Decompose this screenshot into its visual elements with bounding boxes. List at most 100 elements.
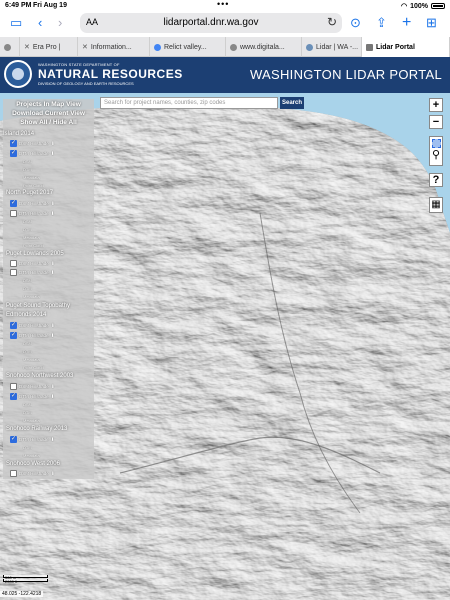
- layer-checkbox[interactable]: [10, 199, 17, 207]
- select-area-icon[interactable]: [431, 139, 441, 148]
- layer-row[interactable]: DSM Hillshade⬇: [10, 199, 55, 207]
- share-icon[interactable]: ⇪: [376, 14, 387, 32]
- download-icon[interactable]: ⬇: [51, 394, 55, 400]
- sublayer-link[interactable]: DTM: [23, 349, 32, 354]
- project-north-puget-2017[interactable]: North Puget 2017: [6, 190, 53, 196]
- project-island-2014[interactable]: Island 2014: [3, 131, 34, 137]
- tab-4[interactable]: www.digitala...: [226, 37, 302, 57]
- search-button[interactable]: Search: [280, 97, 304, 109]
- zoom-out-button[interactable]: −: [429, 115, 443, 129]
- download-icon[interactable]: ⬇: [51, 270, 55, 276]
- tab-2[interactable]: ✕ Information...: [78, 37, 150, 57]
- project-puget-sound-topobathy[interactable]: Puget Sound Topobathy: [6, 303, 70, 309]
- url-text[interactable]: lidarportal.dnr.wa.gov: [80, 17, 342, 28]
- sublayer-link[interactable]: Point Cloud: [23, 183, 44, 188]
- sublayer-link[interactable]: DTM: [23, 167, 32, 172]
- project-snohoco-west-2006[interactable]: Snohoco West 2006: [6, 461, 60, 467]
- download-icon[interactable]: ⬇: [51, 437, 55, 443]
- sublayer-link[interactable]: DTM: [23, 445, 32, 450]
- layer-row[interactable]: DSM Hillshade⬇: [10, 470, 55, 477]
- sublayer-link[interactable]: DSM: [23, 159, 32, 164]
- forward-icon[interactable]: ›: [58, 14, 62, 32]
- layer-label: DSM Hillshade: [19, 201, 49, 206]
- new-tab-icon[interactable]: +: [402, 14, 411, 32]
- tab-5[interactable]: Lidar | WA -...: [302, 37, 362, 57]
- sublayer-link[interactable]: DSM: [23, 219, 32, 224]
- layer-row[interactable]: DTM Hillshade⬇: [10, 269, 55, 276]
- sublayer-link[interactable]: Point Cloud: [23, 243, 44, 248]
- layer-checkbox[interactable]: [10, 139, 17, 147]
- location-pin-icon[interactable]: ⚲: [430, 150, 442, 161]
- multitask-dots-icon[interactable]: •••: [217, 0, 229, 9]
- layer-checkbox[interactable]: [10, 269, 17, 276]
- sublayer-link[interactable]: Metadata: [23, 453, 40, 458]
- download-icon[interactable]: ⬇: [51, 261, 55, 267]
- tab-6[interactable]: Lidar Portal: [362, 37, 450, 57]
- layer-checkbox[interactable]: [10, 260, 17, 267]
- sublayer-link[interactable]: Point Cloud: [23, 365, 44, 370]
- layer-checkbox[interactable]: [10, 321, 17, 329]
- sidebar-icon[interactable]: ▭: [10, 14, 22, 32]
- tab-0[interactable]: [0, 37, 20, 57]
- address-bar[interactable]: AA lidarportal.dnr.wa.gov ↻: [80, 13, 342, 33]
- tab-1[interactable]: ✕ Era Pro |: [20, 37, 78, 57]
- tab-overview-icon[interactable]: ⊞: [426, 14, 437, 32]
- locate-controls[interactable]: ⚲: [429, 136, 443, 166]
- project-puget-lowlands-2005[interactable]: Puget Lowlands 2005: [6, 251, 64, 257]
- layer-checkbox[interactable]: [10, 470, 17, 477]
- download-icon[interactable]: ⬇: [51, 384, 55, 390]
- sublayer-link[interactable]: DTM: [23, 410, 32, 415]
- layer-row[interactable]: DSM Hillshade⬇: [10, 139, 55, 147]
- layer-row[interactable]: DSM Hillshade⬇: [10, 260, 55, 267]
- download-icon[interactable]: ⬇: [51, 323, 55, 329]
- sublayer-link[interactable]: Metadata: [23, 294, 40, 299]
- layer-row[interactable]: DSM Hillshade⬇: [10, 321, 55, 329]
- download-current-view-link[interactable]: Download Current View: [3, 110, 94, 117]
- layer-checkbox[interactable]: [10, 210, 17, 217]
- project-snohoco-northwest-2003[interactable]: Snohoco Northwest 2003: [6, 373, 73, 379]
- sublayer-link[interactable]: Metadata: [23, 175, 40, 180]
- tab-label: www.digitala...: [240, 43, 285, 51]
- tab-3[interactable]: Relict valley...: [150, 37, 226, 57]
- sublayer-link[interactable]: DSM: [23, 341, 32, 346]
- layer-label: DSM Hillshade: [19, 471, 49, 476]
- sublayer-link[interactable]: DTM: [23, 227, 32, 232]
- project-search-input[interactable]: Search for project names, counties, zip …: [100, 97, 278, 109]
- download-icon[interactable]: ⬇: [51, 211, 55, 217]
- layer-checkbox[interactable]: [10, 435, 17, 443]
- download-icon[interactable]: ⬇: [51, 141, 55, 147]
- sublayer-link[interactable]: DTM: [23, 286, 32, 291]
- layer-label: DSM Hillshade: [19, 323, 49, 328]
- layer-row[interactable]: DTM Hillshade⬇: [10, 210, 55, 217]
- layer-checkbox[interactable]: [10, 383, 17, 390]
- download-icon[interactable]: ⬇: [51, 151, 55, 157]
- help-button[interactable]: ?: [429, 173, 443, 187]
- download-icon[interactable]: ⬇: [51, 201, 55, 207]
- layer-checkbox[interactable]: [10, 331, 17, 339]
- reload-icon[interactable]: ↻: [327, 15, 337, 29]
- back-icon[interactable]: ‹: [38, 14, 42, 32]
- download-icon[interactable]: ⬇: [51, 333, 55, 339]
- project-edmonds-2014[interactable]: Edmonds 2014: [6, 312, 46, 318]
- layer-row[interactable]: DTM Hillshade⬇: [10, 392, 55, 400]
- sublayer-link[interactable]: Metadata: [23, 357, 40, 362]
- tab-favicon-icon: [306, 43, 313, 51]
- layer-row[interactable]: DSM Hillshade⬇: [10, 383, 55, 390]
- layer-checkbox[interactable]: [10, 392, 17, 400]
- show-hide-all-link[interactable]: Show All / Hide All: [3, 119, 94, 126]
- sublayer-link[interactable]: DSM: [23, 402, 32, 407]
- download-icon[interactable]: ⬇: [51, 471, 55, 477]
- layer-row[interactable]: DTM Hillshade⬇: [10, 435, 55, 443]
- layer-checkbox[interactable]: [10, 149, 17, 157]
- close-icon[interactable]: ✕: [24, 43, 30, 51]
- layer-row[interactable]: DTM Hillshade⬇: [10, 331, 55, 339]
- project-snohoco-railway-2013[interactable]: Snohoco Railway 2013: [6, 426, 67, 432]
- sublayer-link[interactable]: Metadata: [23, 418, 40, 423]
- download-icon[interactable]: ⊙: [350, 14, 361, 32]
- zoom-in-button[interactable]: +: [429, 98, 443, 112]
- layers-grid-icon[interactable]: ▦: [429, 197, 443, 213]
- close-icon[interactable]: ✕: [82, 43, 88, 51]
- sublayer-link[interactable]: Metadata: [23, 235, 40, 240]
- sublayer-link[interactable]: DSM: [23, 278, 32, 283]
- layer-row[interactable]: DTM Hillshade⬇: [10, 149, 55, 157]
